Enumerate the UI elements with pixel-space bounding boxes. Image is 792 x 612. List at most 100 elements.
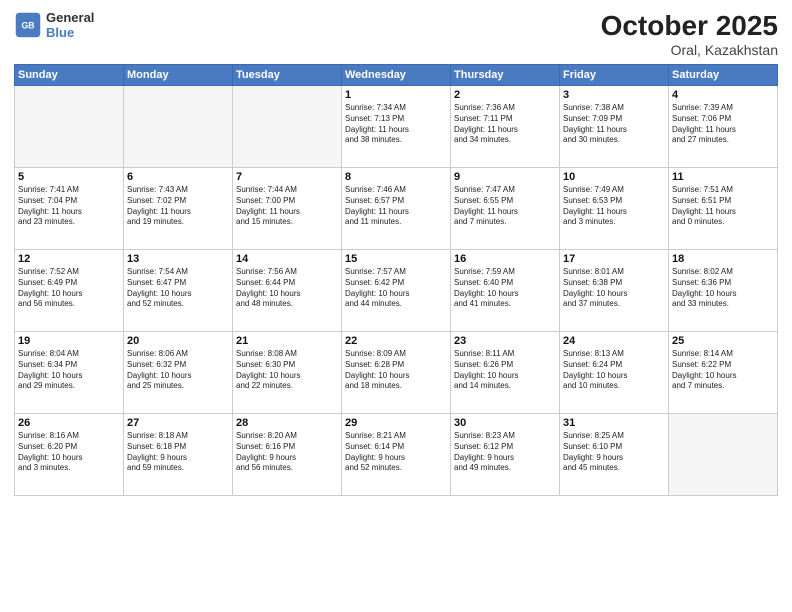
calendar-cell: 17 Sunrise: 8:01 AM Sunset: 6:38 PM Dayli… [560, 250, 669, 332]
day-number: 27 [127, 417, 229, 429]
calendar-cell: 5Sunrise: 7:41 AM Sunset: 7:04 PM Daylig… [15, 168, 124, 250]
calendar-cell: 6Sunrise: 7:43 AM Sunset: 7:02 PM Daylig… [124, 168, 233, 250]
day-info: Sunrise: 8:13 AM Sunset: 6:24 PM Dayligh… [563, 349, 665, 392]
calendar-cell: 8 Sunrise: 7:46 AM Sunset: 6:57 PM Daylig… [342, 168, 451, 250]
day-info: Sunrise: 7:54 AM Sunset: 6:47 PM Dayligh… [127, 267, 229, 310]
day-number: 26 [18, 417, 120, 429]
day-number: 2 [454, 89, 556, 101]
day-info: Sunrise: 7:36 AM Sunset: 7:11 PM Dayligh… [454, 103, 556, 146]
day-info: Sunrise: 8:01 AM Sunset: 6:38 PM Dayligh… [563, 267, 665, 310]
day-number: 8 [345, 171, 447, 183]
day-number: 1 [345, 89, 447, 101]
day-number: 20 [127, 335, 229, 347]
week-row: 12Sunrise: 7:52 AM Sunset: 6:49 PM Dayli… [15, 250, 778, 332]
calendar-container: GB General Blue October 2025 Oral, Kazak… [0, 0, 792, 612]
day-info: Sunrise: 8:18 AM Sunset: 6:18 PM Dayligh… [127, 431, 229, 474]
calendar-cell: 23 Sunrise: 8:11 AM Sunset: 6:26 PM Dayli… [451, 332, 560, 414]
calendar-cell: 14Sunrise: 7:56 AM Sunset: 6:44 PM Dayli… [233, 250, 342, 332]
day-info: Sunrise: 7:39 AM Sunset: 7:06 PM Dayligh… [672, 103, 774, 146]
day-number: 10 [563, 171, 665, 183]
day-number: 17 [563, 253, 665, 265]
day-info: Sunrise: 8:02 AM Sunset: 6:36 PM Dayligh… [672, 267, 774, 310]
day-info: Sunrise: 7:56 AM Sunset: 6:44 PM Dayligh… [236, 267, 338, 310]
calendar-cell: 4 Sunrise: 7:39 AM Sunset: 7:06 PM Daylig… [669, 86, 778, 168]
day-info: Sunrise: 8:04 AM Sunset: 6:34 PM Dayligh… [18, 349, 120, 392]
calendar-table: SundayMondayTuesdayWednesdayThursdayFrid… [14, 64, 778, 496]
calendar-cell: 15Sunrise: 7:57 AM Sunset: 6:42 PM Dayli… [342, 250, 451, 332]
calendar-cell [15, 86, 124, 168]
day-info: Sunrise: 8:14 AM Sunset: 6:22 PM Dayligh… [672, 349, 774, 392]
day-number: 7 [236, 171, 338, 183]
day-header: Wednesday [342, 65, 451, 86]
day-info: Sunrise: 8:20 AM Sunset: 6:16 PM Dayligh… [236, 431, 338, 474]
day-number: 12 [18, 253, 120, 265]
day-header: Tuesday [233, 65, 342, 86]
calendar-cell: 10 Sunrise: 7:49 AM Sunset: 6:53 PM Dayli… [560, 168, 669, 250]
day-number: 28 [236, 417, 338, 429]
day-header: Saturday [669, 65, 778, 86]
calendar-cell: 29 Sunrise: 8:21 AM Sunset: 6:14 PM Dayli… [342, 414, 451, 496]
day-info: Sunrise: 8:06 AM Sunset: 6:32 PM Dayligh… [127, 349, 229, 392]
day-header: Monday [124, 65, 233, 86]
day-number: 11 [672, 171, 774, 183]
day-number: 29 [345, 417, 447, 429]
day-info: Sunrise: 7:51 AM Sunset: 6:51 PM Dayligh… [672, 185, 774, 228]
calendar-cell: 3 Sunrise: 7:38 AM Sunset: 7:09 PM Daylig… [560, 86, 669, 168]
day-number: 15 [345, 253, 447, 265]
calendar-cell: 22 Sunrise: 8:09 AM Sunset: 6:28 PM Dayli… [342, 332, 451, 414]
week-row: 1 Sunrise: 7:34 AM Sunset: 7:13 PM Daylig… [15, 86, 778, 168]
title-block: October 2025 Oral, Kazakhstan [601, 10, 778, 58]
day-info: Sunrise: 8:08 AM Sunset: 6:30 PM Dayligh… [236, 349, 338, 392]
calendar-cell: 28 Sunrise: 8:20 AM Sunset: 6:16 PM Dayli… [233, 414, 342, 496]
day-number: 25 [672, 335, 774, 347]
week-row: 26 Sunrise: 8:16 AM Sunset: 6:20 PM Dayli… [15, 414, 778, 496]
logo-text: General Blue [46, 10, 94, 40]
calendar-cell [669, 414, 778, 496]
day-info: Sunrise: 7:41 AM Sunset: 7:04 PM Dayligh… [18, 185, 120, 228]
calendar-cell: 11 Sunrise: 7:51 AM Sunset: 6:51 PM Dayli… [669, 168, 778, 250]
calendar-cell: 1 Sunrise: 7:34 AM Sunset: 7:13 PM Daylig… [342, 86, 451, 168]
day-info: Sunrise: 8:25 AM Sunset: 6:10 PM Dayligh… [563, 431, 665, 474]
svg-text:GB: GB [21, 21, 34, 31]
calendar-cell: 12Sunrise: 7:52 AM Sunset: 6:49 PM Dayli… [15, 250, 124, 332]
calendar-cell: 31Sunrise: 8:25 AM Sunset: 6:10 PM Dayli… [560, 414, 669, 496]
calendar-cell [233, 86, 342, 168]
day-number: 13 [127, 253, 229, 265]
day-number: 16 [454, 253, 556, 265]
day-number: 23 [454, 335, 556, 347]
calendar-cell: 19 Sunrise: 8:04 AM Sunset: 6:34 PM Dayli… [15, 332, 124, 414]
day-number: 9 [454, 171, 556, 183]
day-info: Sunrise: 8:21 AM Sunset: 6:14 PM Dayligh… [345, 431, 447, 474]
day-number: 21 [236, 335, 338, 347]
calendar-cell: 21 Sunrise: 8:08 AM Sunset: 6:30 PM Dayli… [233, 332, 342, 414]
calendar-cell: 26 Sunrise: 8:16 AM Sunset: 6:20 PM Dayli… [15, 414, 124, 496]
calendar-cell: 18 Sunrise: 8:02 AM Sunset: 6:36 PM Dayli… [669, 250, 778, 332]
day-number: 18 [672, 253, 774, 265]
calendar-cell: 2 Sunrise: 7:36 AM Sunset: 7:11 PM Daylig… [451, 86, 560, 168]
day-info: Sunrise: 7:34 AM Sunset: 7:13 PM Dayligh… [345, 103, 447, 146]
day-info: Sunrise: 7:46 AM Sunset: 6:57 PM Dayligh… [345, 185, 447, 228]
day-number: 22 [345, 335, 447, 347]
day-number: 4 [672, 89, 774, 101]
header: GB General Blue October 2025 Oral, Kazak… [14, 10, 778, 58]
day-number: 3 [563, 89, 665, 101]
calendar-cell: 20 Sunrise: 8:06 AM Sunset: 6:32 PM Dayli… [124, 332, 233, 414]
day-header: Friday [560, 65, 669, 86]
day-number: 24 [563, 335, 665, 347]
calendar-cell [124, 86, 233, 168]
day-info: Sunrise: 8:11 AM Sunset: 6:26 PM Dayligh… [454, 349, 556, 392]
day-info: Sunrise: 8:23 AM Sunset: 6:12 PM Dayligh… [454, 431, 556, 474]
day-info: Sunrise: 7:38 AM Sunset: 7:09 PM Dayligh… [563, 103, 665, 146]
calendar-cell: 7 Sunrise: 7:44 AM Sunset: 7:00 PM Daylig… [233, 168, 342, 250]
logo-icon: GB [14, 11, 42, 39]
day-info: Sunrise: 7:44 AM Sunset: 7:00 PM Dayligh… [236, 185, 338, 228]
day-number: 19 [18, 335, 120, 347]
logo: GB General Blue [14, 10, 94, 40]
day-info: Sunrise: 8:09 AM Sunset: 6:28 PM Dayligh… [345, 349, 447, 392]
calendar-cell: 13 Sunrise: 7:54 AM Sunset: 6:47 PM Dayli… [124, 250, 233, 332]
day-info: Sunrise: 7:47 AM Sunset: 6:55 PM Dayligh… [454, 185, 556, 228]
day-info: Sunrise: 7:59 AM Sunset: 6:40 PM Dayligh… [454, 267, 556, 310]
day-info: Sunrise: 8:16 AM Sunset: 6:20 PM Dayligh… [18, 431, 120, 474]
day-info: Sunrise: 7:43 AM Sunset: 7:02 PM Dayligh… [127, 185, 229, 228]
day-info: Sunrise: 7:49 AM Sunset: 6:53 PM Dayligh… [563, 185, 665, 228]
